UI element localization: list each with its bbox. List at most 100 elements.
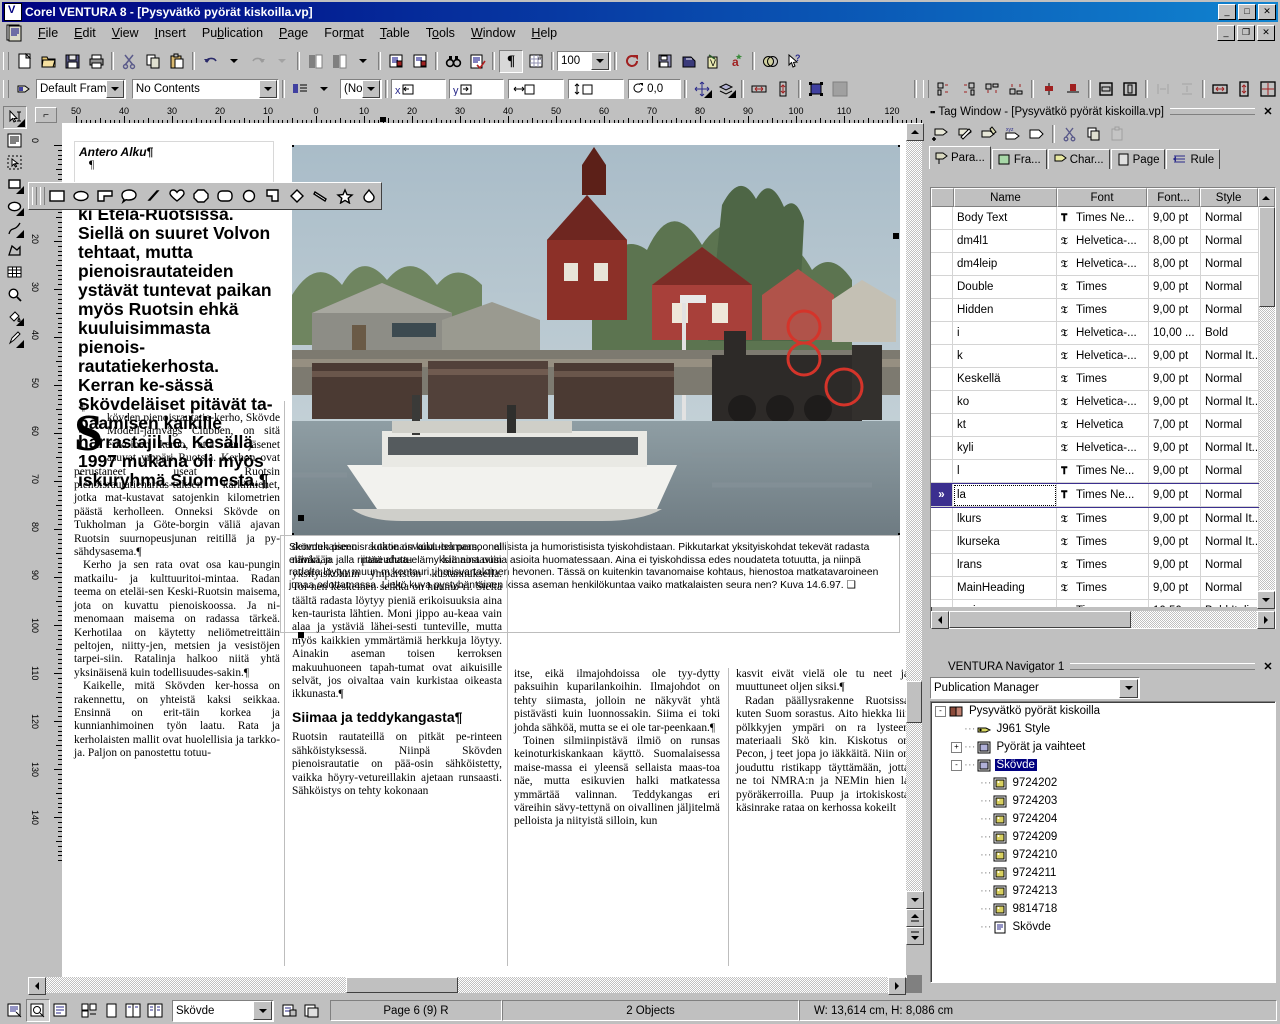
distribute-v-icon[interactable]	[1119, 78, 1141, 99]
rounded-rectangle-shape[interactable]	[213, 185, 237, 207]
shapes-toolbar-grip[interactable]	[32, 187, 37, 205]
table-row[interactable]: Double𝔗Times9,00 ptNormal	[931, 276, 1275, 299]
parallelogram-shape[interactable]	[141, 185, 165, 207]
table-row[interactable]: Body Text𝐓Times Ne...9,00 ptNormal	[931, 207, 1275, 230]
height-field[interactable]	[568, 79, 625, 99]
collapse-node-button[interactable]: -	[935, 706, 946, 717]
tab-character-tags[interactable]: Char...	[1048, 149, 1110, 169]
align-bottom-icon[interactable]	[1005, 78, 1027, 99]
apply-tag-icon[interactable]	[978, 123, 1000, 144]
doc-restore-button[interactable]: ❐	[1237, 25, 1255, 41]
outline-tool[interactable]	[3, 328, 25, 349]
navigator-titlebar[interactable]: VENTURA Navigator 1 ✕	[926, 658, 1278, 675]
expand-node-button[interactable]: +	[951, 742, 962, 753]
prev-page-icon[interactable]	[278, 1000, 300, 1021]
octagon-shape[interactable]	[189, 185, 213, 207]
x-position-field[interactable]: x	[391, 79, 446, 99]
node-edit-tool[interactable]	[3, 152, 25, 173]
ellipse-shape[interactable]	[69, 185, 93, 207]
menu-table[interactable]: Table	[372, 24, 418, 42]
align-toolbar-grip[interactable]	[923, 80, 929, 98]
table-row[interactable]: Keskellä𝔗Times9,00 ptNormal	[931, 368, 1275, 391]
table-row[interactable]: lkurseka𝔗Times9,00 ptNormal It...	[931, 531, 1275, 554]
layers-icon[interactable]	[759, 51, 781, 72]
undo-icon[interactable]	[199, 51, 221, 72]
single-page-icon[interactable]	[100, 1000, 122, 1021]
fill-tool[interactable]	[3, 306, 25, 327]
rename-tag-icon[interactable]: xyz	[1002, 123, 1024, 144]
toolbar-grip[interactable]	[3, 52, 9, 70]
preview-view-icon[interactable]	[26, 999, 50, 1022]
grid-scroll-down-button[interactable]	[1257, 591, 1275, 609]
tag-grid-vscroll-thumb[interactable]	[1259, 207, 1275, 307]
table-row[interactable]: lrans𝔗Times9,00 ptNormal	[931, 554, 1275, 577]
open-folder-icon[interactable]	[37, 51, 59, 72]
scroll-up-button[interactable]	[906, 123, 924, 141]
panel-grip-icon[interactable]: ▪▪	[930, 107, 934, 117]
tree-node[interactable]: ···9724209	[931, 828, 1275, 846]
hscroll-thumb[interactable]	[346, 977, 458, 993]
publish-icon[interactable]	[678, 51, 700, 72]
fill-swatch-icon[interactable]	[304, 51, 326, 72]
facing-pages-icon[interactable]	[78, 1000, 100, 1021]
center-vertical-icon[interactable]	[1062, 78, 1084, 99]
tree-node[interactable]: +···Pyörät ja vaihteet	[931, 738, 1275, 756]
rectangle-shape[interactable]	[45, 185, 69, 207]
intro-headline-frame[interactable]: ki Etelä-Ruotsissa. Siellä on suuret Vol…	[74, 203, 282, 388]
align-top-icon[interactable]	[981, 78, 1003, 99]
zoom-level-combo[interactable]: 100	[557, 51, 611, 71]
chapter-combo[interactable]: Skövde	[172, 1000, 274, 1022]
tab-paragraph-tags[interactable]: Para...	[929, 146, 991, 169]
remove-tag-icon[interactable]	[1026, 123, 1048, 144]
previous-page-button[interactable]	[906, 909, 924, 927]
menu-insert[interactable]: Insert	[147, 24, 194, 42]
selection-handle[interactable]	[292, 145, 294, 147]
grid-hscroll-track[interactable]	[949, 611, 1257, 628]
notched-corner-shape[interactable]	[261, 185, 285, 207]
normal-view-icon[interactable]	[4, 1000, 26, 1021]
insert-picture-icon[interactable]	[409, 51, 431, 72]
tag-grid-body[interactable]: Body Text𝐓Times Ne...9,00 ptNormaldm4l1𝔗…	[931, 207, 1275, 607]
scroll-left-button[interactable]	[28, 977, 46, 995]
tag-window-close-button[interactable]: ✕	[1261, 105, 1275, 119]
navigator-close-button[interactable]: ✕	[1261, 660, 1275, 674]
speech-balloon-shape[interactable]	[117, 185, 141, 207]
menu-edit[interactable]: Edit	[66, 24, 104, 42]
text-column-4[interactable]: kasvit eivät vielä ole tu neet ja muuttu…	[734, 668, 907, 966]
close-button[interactable]: ✕	[1258, 4, 1276, 20]
tree-node[interactable]: ···9724210	[931, 846, 1275, 864]
frame-tag-dropdown-arrow[interactable]	[106, 80, 124, 98]
table-row[interactable]: dm4leip𝔗Helvetica-...8,00 ptNormal	[931, 253, 1275, 276]
print-icon[interactable]	[85, 51, 107, 72]
col-header-font[interactable]: Font	[1057, 188, 1148, 207]
tree-node[interactable]: ···Skövde	[931, 918, 1275, 936]
insert-frame-icon[interactable]	[385, 51, 407, 72]
doc-close-button[interactable]: ✕	[1257, 25, 1275, 41]
y-position-field[interactable]: y	[449, 79, 504, 99]
undo-dropdown-icon[interactable]	[223, 51, 245, 72]
scroll-down-button[interactable]	[906, 891, 924, 909]
distribute-h-icon[interactable]	[1095, 78, 1117, 99]
grid-icon[interactable]: #	[525, 51, 547, 72]
zoom-tool[interactable]	[3, 284, 25, 305]
table-row[interactable]: lkurs𝔗Times9,00 ptNormal It...	[931, 508, 1275, 531]
style-combo[interactable]: (No	[340, 79, 382, 99]
show-pilcrow-icon[interactable]: ¶	[499, 50, 523, 73]
menu-page[interactable]: Page	[271, 24, 316, 42]
style-icon[interactable]: V	[702, 51, 724, 72]
space-h-icon[interactable]	[1152, 78, 1174, 99]
tab-page-tags[interactable]: Page	[1111, 149, 1166, 169]
menu-format[interactable]: Format	[316, 24, 372, 42]
ruler-origin-button[interactable]: ⌐	[28, 105, 62, 123]
document-icon[interactable]	[6, 24, 24, 42]
tag-grid-vscrollbar[interactable]	[1259, 207, 1275, 590]
hscroll-track[interactable]	[46, 977, 888, 993]
menu-tools[interactable]: Tools	[418, 24, 463, 42]
order-icon[interactable]	[715, 78, 737, 99]
select-all-icon[interactable]	[805, 78, 827, 99]
frame-tag-combo[interactable]: Default Fram	[36, 79, 126, 99]
maximize-button[interactable]: □	[1238, 4, 1256, 20]
space-v-icon[interactable]	[1176, 78, 1198, 99]
document-horizontal-scrollbar[interactable]	[28, 977, 906, 993]
next-page-button[interactable]	[906, 927, 924, 945]
